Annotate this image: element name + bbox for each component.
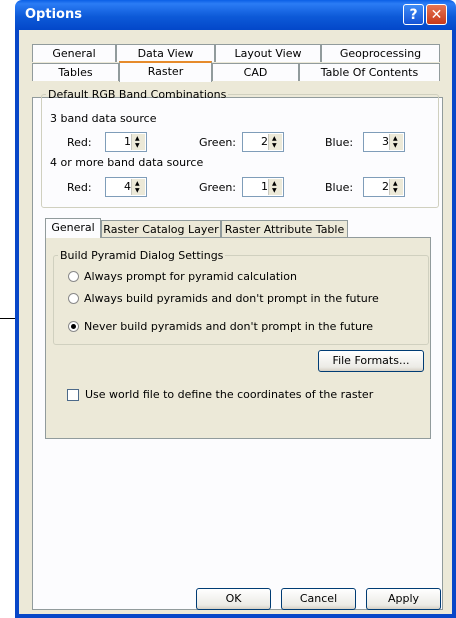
four-red-label: Red:	[67, 181, 92, 194]
spinner-arrows[interactable]: ▲ ▼	[131, 134, 145, 150]
tab-tables[interactable]: Tables	[32, 63, 119, 81]
four-blue-spinner[interactable]: 2 ▲ ▼	[363, 177, 405, 197]
three-blue-label: Blue:	[325, 136, 354, 149]
three-green-label: Green:	[199, 136, 237, 149]
spinner-arrows[interactable]: ▲ ▼	[131, 179, 145, 195]
dialog-client-area: General Data View Layout View Geoprocess…	[19, 30, 452, 614]
spinner-arrows[interactable]: ▲ ▼	[268, 134, 282, 150]
apply-button[interactable]: Apply	[366, 588, 441, 610]
connector-line	[0, 318, 15, 319]
three-blue-spinner[interactable]: 3 ▲ ▼	[363, 132, 405, 152]
four-blue-label: Blue:	[325, 181, 354, 194]
pyramid-option-3-label[interactable]: Never build pyramids and don't prompt in…	[84, 320, 373, 333]
four-blue-value: 2	[382, 180, 389, 193]
three-green-spinner[interactable]: 2 ▲ ▼	[242, 132, 284, 152]
spinner-arrows[interactable]: ▲ ▼	[389, 179, 403, 195]
tab-data-view[interactable]: Data View	[116, 44, 215, 62]
help-button[interactable]: ?	[403, 4, 424, 25]
subtab-raster-attribute-table[interactable]: Raster Attribute Table	[221, 220, 348, 238]
pyramid-option-3-radio[interactable]	[68, 321, 79, 332]
three-green-value: 2	[261, 135, 268, 148]
ok-button[interactable]: OK	[196, 588, 271, 610]
tab-general[interactable]: General	[32, 44, 116, 62]
tab-table-of-contents[interactable]: Table Of Contents	[299, 63, 440, 81]
subtab-general[interactable]: General	[45, 218, 101, 238]
pyramid-option-1-radio[interactable]	[68, 271, 79, 282]
tab-layout-view[interactable]: Layout View	[215, 44, 321, 62]
window-frame: General Data View Layout View Geoprocess…	[15, 30, 456, 618]
window-title: Options	[25, 7, 82, 22]
pyramid-option-2-radio[interactable]	[68, 293, 79, 304]
tab-geoprocessing[interactable]: Geoprocessing	[321, 44, 440, 62]
three-blue-value: 3	[382, 135, 389, 148]
four-red-value: 4	[124, 180, 131, 193]
tab-cad[interactable]: CAD	[212, 63, 299, 81]
rgb-band-legend: Default RGB Band Combinations	[48, 88, 227, 101]
close-button[interactable]: ✕	[426, 4, 447, 25]
tab-raster[interactable]: Raster	[119, 61, 212, 82]
pyramid-option-2-label[interactable]: Always build pyramids and don't prompt i…	[84, 292, 379, 305]
four-green-label: Green:	[199, 181, 237, 194]
pyramid-option-1-label[interactable]: Always prompt for pyramid calculation	[84, 270, 297, 283]
spinner-arrows[interactable]: ▲ ▼	[389, 134, 403, 150]
three-red-spinner[interactable]: 1 ▲ ▼	[105, 132, 147, 152]
file-formats-button[interactable]: File Formats...	[318, 350, 424, 372]
spinner-arrows[interactable]: ▲ ▼	[268, 179, 282, 195]
three-red-label: Red:	[67, 136, 92, 149]
four-green-value: 1	[261, 180, 268, 193]
four-green-spinner[interactable]: 1 ▲ ▼	[242, 177, 284, 197]
four-red-spinner[interactable]: 4 ▲ ▼	[105, 177, 147, 197]
subtab-raster-catalog-layer[interactable]: Raster Catalog Layer	[101, 220, 221, 238]
pyramid-settings-legend: Build Pyramid Dialog Settings	[60, 249, 224, 262]
title-bar[interactable]: Options ? ✕	[15, 0, 456, 30]
three-red-value: 1	[124, 135, 131, 148]
three-band-label: 3 band data source	[50, 112, 157, 125]
options-dialog: Options ? ✕ General Data View Layout Vie…	[15, 0, 456, 618]
four-band-label: 4 or more band data source	[50, 156, 204, 169]
world-file-checkbox[interactable]	[67, 389, 79, 401]
cancel-button[interactable]: Cancel	[281, 588, 356, 610]
world-file-label[interactable]: Use world file to define the coordinates…	[85, 388, 373, 401]
